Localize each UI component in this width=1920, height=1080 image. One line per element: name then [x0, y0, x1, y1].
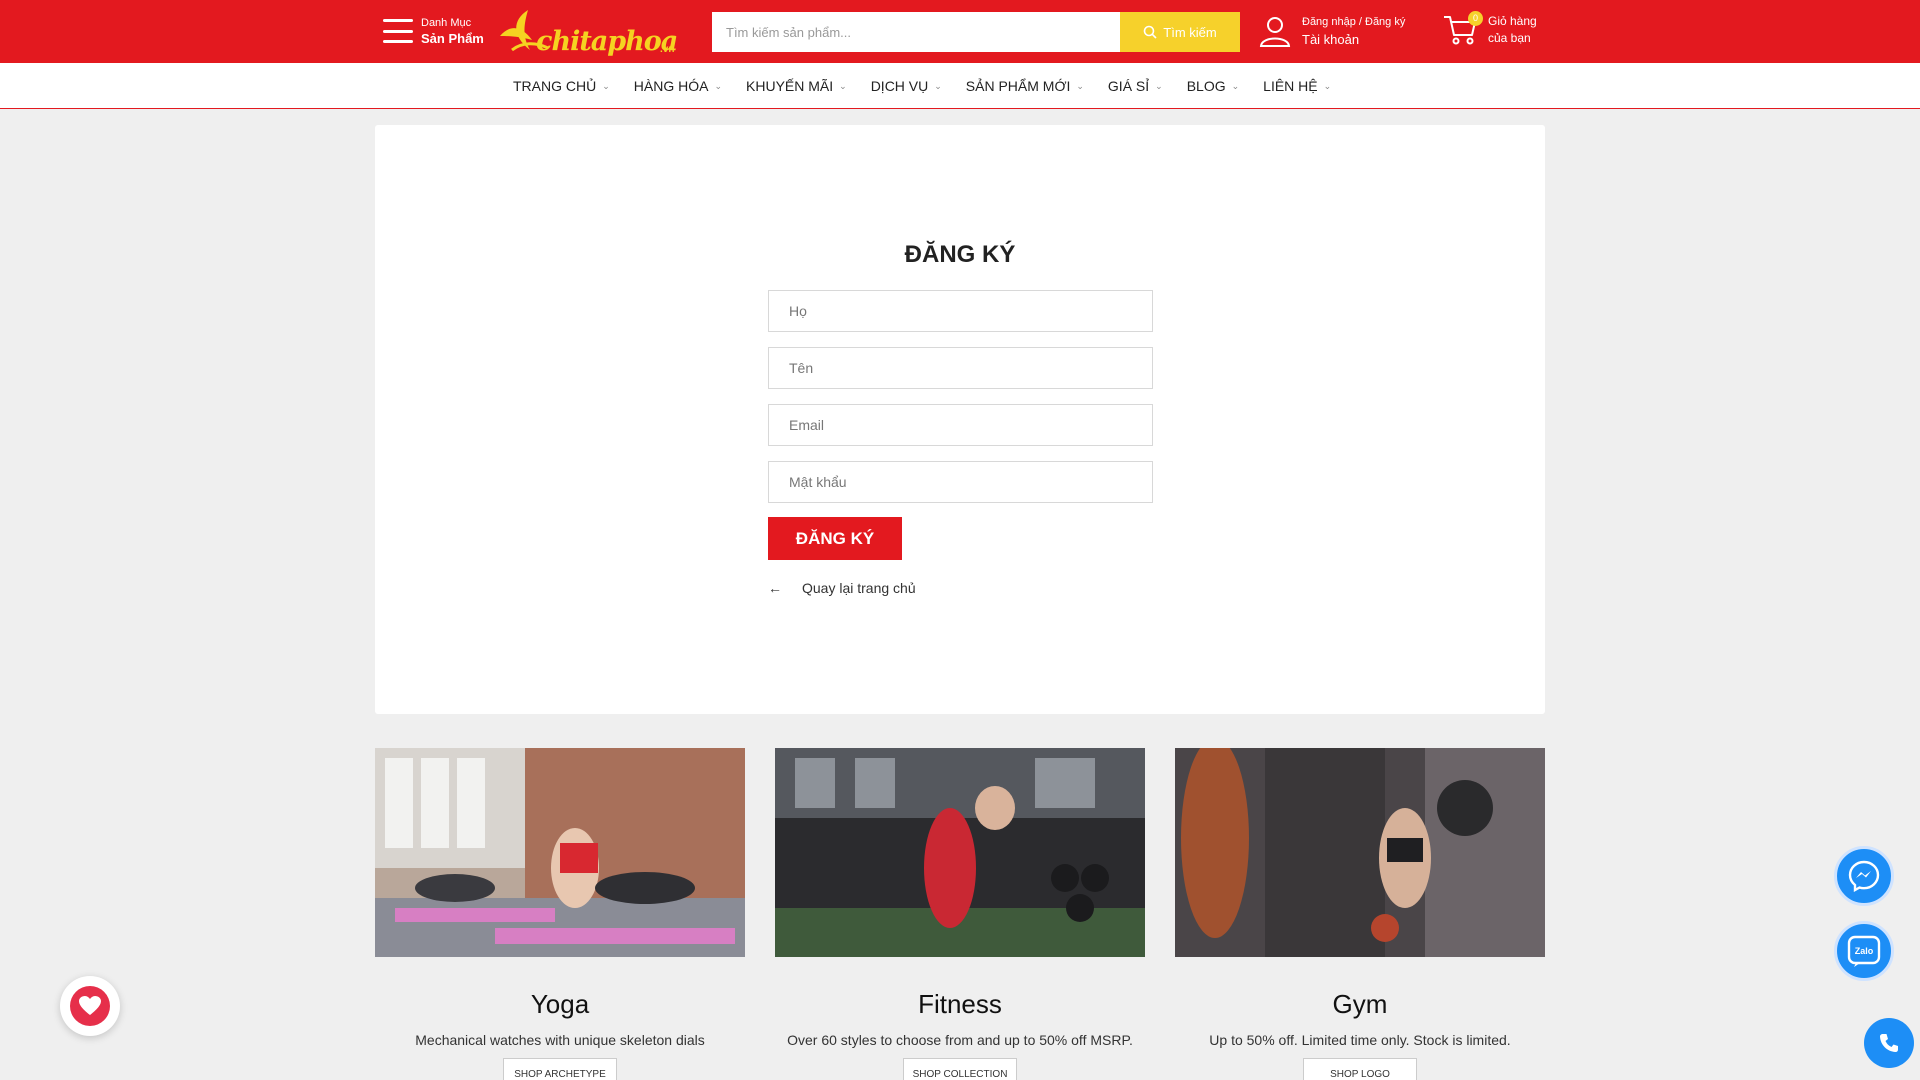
- main-nav: Trang chủ ⌄ Hàng hóa ⌄ Khuyến mãi ⌄ Dịch vụ…: [0, 63, 1920, 109]
- nav-item-blog[interactable]: Blog ⌄: [1187, 78, 1239, 94]
- nav-item-label: Blog: [1186, 78, 1226, 94]
- last-name-field[interactable]: [768, 290, 1153, 332]
- category-title: Fitness: [918, 989, 1002, 1019]
- nav-item-contact[interactable]: Liên hệ ⌄: [1263, 78, 1331, 94]
- category-card-gym: Gym Up to 50% off. Limited time only. St…: [1175, 748, 1545, 1080]
- category-description: Mechanical watches with unique skeleton …: [415, 1032, 705, 1048]
- nav-item-label: Sản phẩm mới: [965, 78, 1071, 94]
- fitness-photo-icon: [775, 748, 1145, 957]
- fitness-image[interactable]: [775, 748, 1145, 957]
- logo-suffix: .vn: [660, 44, 675, 55]
- shop-collection-button[interactable]: SHOP COLLECTION: [903, 1058, 1017, 1080]
- nav-item-label: Giá sỉ: [1107, 78, 1150, 94]
- zalo-icon: Zalo: [1847, 935, 1881, 967]
- nav-item-label: Liên hệ: [1263, 78, 1318, 94]
- search-icon: [1143, 25, 1157, 39]
- search-input[interactable]: [712, 12, 1120, 52]
- category-menu-toggle[interactable]: Danh Mục Sản Phẩm: [383, 15, 484, 47]
- category-menu-line2: Sản Phẩm: [421, 31, 484, 46]
- hamburger-icon: [383, 19, 413, 43]
- email-field[interactable]: [768, 404, 1153, 446]
- register-submit-button[interactable]: ĐĂNG KÝ: [768, 517, 902, 560]
- cart-button[interactable]: 0 Giỏ hàng của bạn: [1442, 11, 1537, 47]
- gym-image[interactable]: [1175, 748, 1545, 957]
- cart-label-line2: của bạn: [1488, 31, 1531, 45]
- back-to-home-label: Quay lại trang chủ: [802, 580, 916, 596]
- nav-item-new-products[interactable]: Sản phẩm mới ⌄: [966, 78, 1084, 94]
- login-link[interactable]: Đăng nhập: [1302, 16, 1356, 28]
- yoga-photo-icon: [375, 748, 745, 957]
- first-name-field[interactable]: [768, 347, 1153, 389]
- nav-item-promotions[interactable]: Khuyến mãi ⌄: [746, 78, 847, 94]
- search-button-label: Tìm kiếm: [1163, 24, 1217, 40]
- register-link[interactable]: Đăng ký: [1365, 16, 1405, 28]
- category-card-yoga: Yoga Mechanical watches with unique skel…: [375, 748, 745, 1080]
- nav-item-wholesale[interactable]: Giá sỉ ⌄: [1108, 78, 1163, 94]
- chevron-down-icon: ⌄: [1323, 80, 1332, 91]
- search-button[interactable]: Tìm kiếm: [1120, 12, 1240, 52]
- category-title: Yoga: [530, 989, 590, 1019]
- register-title: ĐĂNG KÝ: [904, 241, 1016, 268]
- logo-text: chitaphoa: [536, 26, 678, 57]
- password-field[interactable]: [768, 461, 1153, 503]
- arrow-left-icon: ←: [768, 580, 782, 596]
- favorites-button[interactable]: [60, 976, 120, 1036]
- register-panel: ĐĂNG KÝ ĐĂNG KÝ ← Quay lại trang chủ: [375, 125, 1545, 714]
- top-header: Danh Mục Sản Phẩm chitaphoa .vn Tìm kiếm: [0, 0, 1920, 63]
- category-title: Gym: [1332, 989, 1388, 1019]
- account-label: Tài khoản: [1302, 32, 1360, 47]
- back-to-home-link[interactable]: ← Quay lại trang chủ: [768, 580, 916, 596]
- nav-item-home[interactable]: Trang chủ ⌄: [513, 78, 610, 94]
- cart-label-line1: Giỏ hàng: [1488, 14, 1537, 28]
- chevron-down-icon: ⌄: [839, 80, 847, 91]
- account-separator: /: [1355, 16, 1365, 28]
- chevron-down-icon: ⌄: [1155, 80, 1163, 91]
- chevron-down-icon: ⌄: [1076, 80, 1084, 91]
- nav-item-products[interactable]: Hàng hóa ⌄: [634, 78, 722, 94]
- search-bar: Tìm kiếm: [712, 12, 1240, 52]
- account-block: Đăng nhập / Đăng ký Tài khoản: [1258, 13, 1405, 49]
- chevron-down-icon: ⌄: [714, 80, 723, 91]
- shop-archetype-button[interactable]: SHOP ARCHETYPE: [503, 1058, 617, 1080]
- category-description: Over 60 styles to choose from and up to …: [787, 1032, 1133, 1048]
- nav-item-label: Khuyến mãi: [746, 78, 834, 94]
- category-menu-line1: Danh Mục: [421, 17, 472, 29]
- yoga-image[interactable]: [375, 748, 745, 957]
- phone-button[interactable]: [1864, 1018, 1914, 1068]
- chevron-down-icon: ⌄: [1231, 80, 1240, 91]
- shop-logo-button[interactable]: SHOP LOGO: [1303, 1058, 1417, 1080]
- gym-photo-icon: [1175, 748, 1545, 957]
- messenger-button[interactable]: [1834, 846, 1894, 906]
- cart-count-badge: 0: [1468, 11, 1483, 26]
- nav-item-services[interactable]: Dịch vụ ⌄: [871, 78, 942, 94]
- category-description: Up to 50% off. Limited time only. Stock …: [1209, 1032, 1511, 1048]
- category-card-fitness: Fitness Over 60 styles to choose from an…: [775, 748, 1145, 1080]
- nav-item-label: Hàng hóa: [633, 78, 709, 94]
- heart-icon: [79, 996, 101, 1015]
- chevron-down-icon: ⌄: [602, 80, 610, 91]
- phone-icon: [1880, 1034, 1898, 1052]
- user-icon: [1259, 17, 1291, 47]
- messenger-icon: [1848, 860, 1880, 892]
- chevron-down-icon: ⌄: [934, 80, 942, 91]
- nav-item-label: Trang chủ: [513, 78, 597, 94]
- zalo-label: Zalo: [1855, 946, 1874, 956]
- zalo-button[interactable]: Zalo: [1834, 921, 1894, 981]
- site-logo[interactable]: chitaphoa .vn: [492, 6, 692, 58]
- nav-item-label: Dịch vụ: [870, 78, 929, 94]
